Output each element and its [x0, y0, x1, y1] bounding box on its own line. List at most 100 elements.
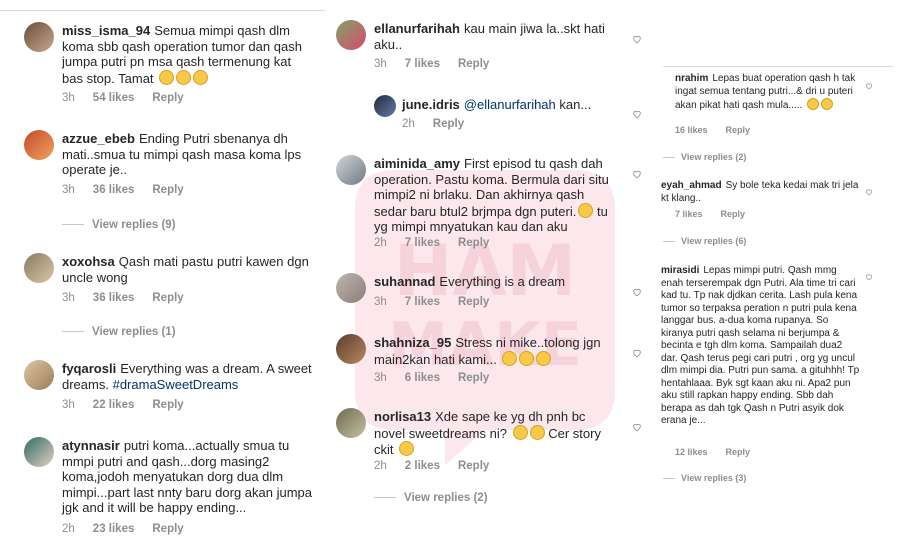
heart-icon[interactable] [632, 34, 642, 44]
reply-button[interactable]: Reply [458, 460, 489, 472]
avatar[interactable] [336, 408, 366, 438]
heart-icon[interactable] [632, 109, 642, 119]
reply-button[interactable]: Reply [458, 372, 489, 384]
comment-time: 3h [62, 292, 75, 304]
top-divider [0, 10, 325, 11]
smile-emoji [578, 202, 594, 218]
comments-panel-left: miss_isma_94 Semua mimpi qash dlm koma sb… [0, 0, 325, 560]
reply-button[interactable]: Reply [726, 447, 751, 457]
comment-username[interactable]: azzue_ebeb [62, 131, 135, 146]
smile-emoji [807, 98, 820, 110]
hashtag-link[interactable]: #dramaSweetDreams [113, 377, 239, 392]
likes-count[interactable]: 54 likes [93, 92, 135, 104]
likes-count[interactable]: 6 likes [405, 372, 440, 384]
avatar[interactable] [336, 155, 366, 185]
comment-time: 2h [374, 460, 387, 472]
laugh-emoji [399, 441, 415, 456]
comment-time: 2h [402, 118, 415, 130]
comment-username[interactable]: xoxohsa [62, 254, 115, 269]
comment-time: 2h [374, 237, 387, 249]
avatar[interactable] [24, 130, 54, 160]
comment-time: 3h [374, 58, 387, 70]
reply-button[interactable]: Reply [458, 237, 489, 249]
avatar[interactable] [24, 360, 54, 390]
comment-username[interactable]: nrahim [675, 73, 708, 84]
likes-count[interactable]: 22 likes [93, 399, 135, 411]
heart-icon[interactable] [865, 82, 873, 90]
comment-username[interactable]: eyah_ahmad [661, 180, 722, 191]
comment-username[interactable]: fyqarosli [62, 361, 116, 376]
heart-icon[interactable] [632, 287, 642, 297]
smile-emoji [193, 69, 209, 85]
likes-count[interactable]: 7 likes [675, 209, 703, 219]
smile-emoji [821, 98, 834, 110]
likes-count[interactable]: 36 likes [93, 184, 135, 196]
avatar[interactable] [336, 334, 366, 364]
reply-button[interactable]: Reply [152, 523, 183, 535]
likes-count[interactable]: 7 likes [405, 237, 440, 249]
reply-button[interactable]: Reply [458, 58, 489, 70]
view-replies-button[interactable]: View replies (2) [663, 152, 746, 162]
comment-username[interactable]: mirasidi [661, 265, 699, 276]
likes-count[interactable]: 2 likes [405, 460, 440, 472]
smile-emoji [512, 424, 528, 440]
reply-button[interactable]: Reply [433, 118, 464, 130]
avatar[interactable] [336, 273, 366, 303]
reply-button[interactable]: Reply [152, 292, 183, 304]
comment-username[interactable]: ellanurfarihah [374, 21, 460, 36]
comment-username[interactable]: aiminida_amy [374, 156, 460, 171]
comment-username[interactable]: june.idris [402, 97, 460, 112]
reply-button[interactable]: Reply [458, 296, 489, 308]
crying-emoji [536, 350, 552, 366]
comment-time: 3h [62, 92, 75, 104]
view-replies-button[interactable]: View replies (2) [374, 492, 488, 504]
mention-link[interactable]: @ellanurfarihah [464, 97, 556, 112]
reply-button[interactable]: Reply [152, 184, 183, 196]
heart-icon[interactable] [632, 348, 642, 358]
crying-emoji [502, 350, 518, 366]
reply-button[interactable]: Reply [721, 209, 746, 219]
comment-time: 3h [374, 296, 387, 308]
top-divider [663, 66, 893, 67]
comment-text: Lepas mimpi putri. Qash mmg enah tersere… [661, 265, 860, 426]
likes-count[interactable]: 7 likes [405, 58, 440, 70]
heart-icon[interactable] [632, 422, 642, 432]
likes-count[interactable]: 12 likes [675, 447, 708, 457]
comment-time: 3h [62, 184, 75, 196]
crying-emoji [519, 350, 535, 366]
likes-count[interactable]: 23 likes [93, 523, 135, 535]
comment-username[interactable]: miss_isma_94 [62, 23, 150, 38]
comment-text: Everything is a dream [439, 274, 566, 289]
comment-time: 3h [374, 372, 387, 384]
view-replies-button[interactable]: View replies (3) [663, 473, 746, 483]
comment-time: 2h [62, 523, 75, 535]
comment-text: kan... [559, 97, 592, 112]
smile-emoji [176, 69, 192, 85]
comments-panel-middle: ellanurfarihah kau main jiwa la..skt hati… [328, 0, 653, 560]
comments-panel-right: nrahim Lepas buat operation qash h tak in… [655, 0, 900, 560]
reply-button[interactable]: Reply [726, 125, 751, 135]
likes-count[interactable]: 7 likes [405, 296, 440, 308]
likes-count[interactable]: 16 likes [675, 125, 708, 135]
comment-username[interactable]: suhannad [374, 274, 435, 289]
reply-button[interactable]: Reply [152, 399, 183, 411]
reply-button[interactable]: Reply [152, 92, 183, 104]
smile-emoji [159, 69, 175, 85]
avatar[interactable] [336, 20, 366, 50]
smile-emoji [529, 424, 545, 440]
avatar[interactable] [374, 95, 396, 117]
avatar[interactable] [24, 253, 54, 283]
heart-icon[interactable] [632, 169, 642, 179]
comment-username[interactable]: norlisa13 [374, 409, 431, 424]
view-replies-button[interactable]: View replies (1) [62, 326, 176, 338]
view-replies-button[interactable]: View replies (9) [62, 219, 176, 231]
view-replies-button[interactable]: View replies (6) [663, 236, 746, 246]
comment-username[interactable]: atynnasir [62, 438, 120, 453]
avatar[interactable] [24, 22, 54, 52]
comment-time: 3h [62, 399, 75, 411]
heart-icon[interactable] [865, 273, 873, 281]
comment-username[interactable]: shahniza_95 [374, 335, 451, 350]
likes-count[interactable]: 36 likes [93, 292, 135, 304]
avatar[interactable] [24, 437, 54, 467]
heart-icon[interactable] [865, 188, 873, 196]
